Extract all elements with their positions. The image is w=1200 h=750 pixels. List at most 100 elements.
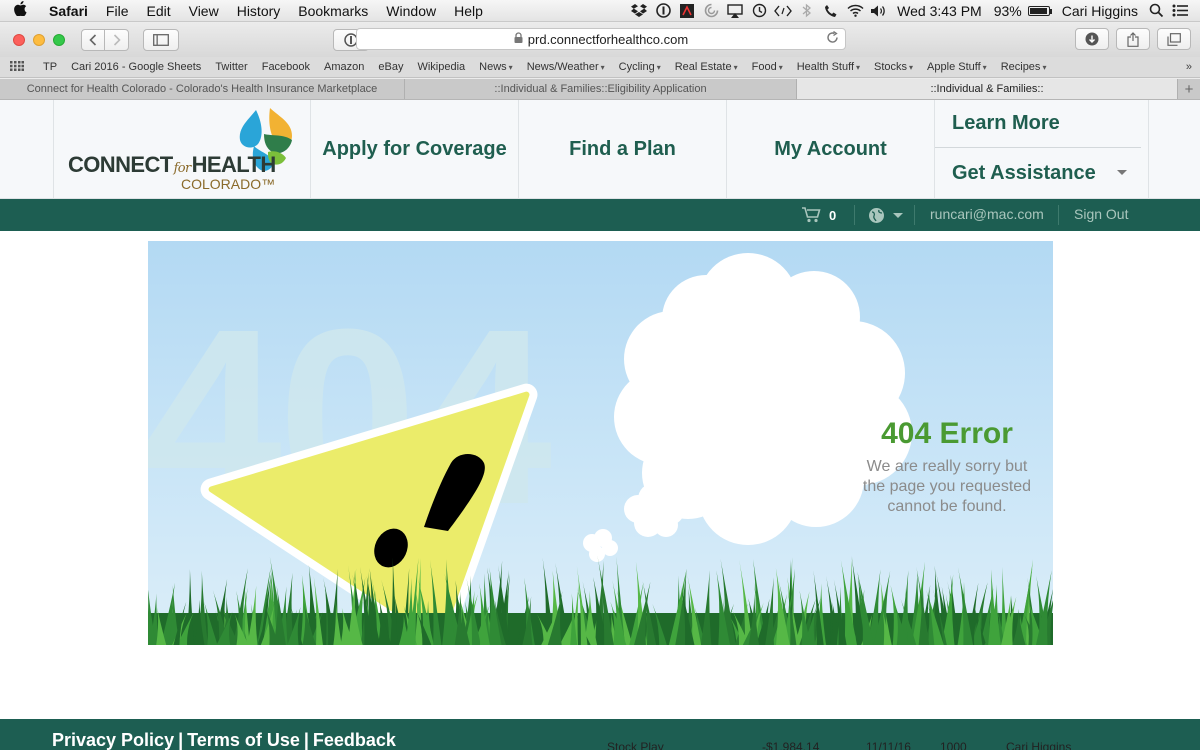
favorite-cari-2016-google-sheets[interactable]: Cari 2016 - Google Sheets <box>64 61 208 73</box>
language-selector[interactable] <box>868 207 903 224</box>
favorite-food[interactable]: Food ▾ <box>745 61 790 73</box>
menu-window[interactable]: Window <box>377 3 445 19</box>
favorite-cycling[interactable]: Cycling ▾ <box>612 61 668 73</box>
apple-menu-icon[interactable] <box>0 1 40 20</box>
favorites-bar: TP Cari 2016 - Google Sheets Twitter Facebo… <box>0 57 1200 78</box>
background-window-text: Cari Higgins <box>1006 740 1072 750</box>
favorite-label: Health Stuff <box>796 61 854 73</box>
script-editor-icon[interactable] <box>771 2 795 20</box>
lock-icon <box>514 32 523 46</box>
terms-of-use-link[interactable]: Terms of Use <box>187 730 300 750</box>
volume-icon[interactable] <box>867 2 891 20</box>
nav-find-a-plan[interactable]: Find a Plan <box>519 100 727 199</box>
favorite-news-weather[interactable]: News/Weather ▾ <box>520 61 612 73</box>
divider <box>1058 205 1059 225</box>
wifi-icon[interactable] <box>843 2 867 20</box>
nav-learn-more[interactable]: Learn More <box>935 100 1141 148</box>
new-tab-plus-icon[interactable]: + <box>1178 79 1200 99</box>
forward-button[interactable] <box>105 29 129 51</box>
error-description: We are really sorry but the page you req… <box>862 458 1032 515</box>
sidebar-button[interactable] <box>143 29 179 51</box>
address-bar[interactable]: prd.connectforhealthco.com <box>356 28 846 50</box>
site-logo[interactable]: CONNECTforHEALTH COLORADO™ <box>53 100 311 199</box>
tab-individual-families[interactable]: ::Individual & Families:: <box>797 79 1178 99</box>
favorite-recipes[interactable]: Recipes ▾ <box>994 61 1054 73</box>
nav-apply-for-coverage[interactable]: Apply for Coverage <box>311 100 519 199</box>
nav-my-account[interactable]: My Account <box>727 100 935 199</box>
show-all-tabs-button[interactable] <box>1157 28 1191 50</box>
share-button[interactable] <box>1116 28 1150 50</box>
chevron-down-icon: ▾ <box>508 63 513 72</box>
chevron-down-icon: ▾ <box>982 63 987 72</box>
favorite-twitter[interactable]: Twitter <box>208 61 254 73</box>
side-nav: Learn More Get Assistance <box>935 100 1149 199</box>
favorite-ebay[interactable]: eBay <box>371 61 410 73</box>
menu-bookmarks[interactable]: Bookmarks <box>289 3 377 19</box>
tab-bar: Connect for Health Colorado - Colorado's… <box>0 79 1200 100</box>
spotlight-search-icon[interactable] <box>1144 2 1168 20</box>
divider: | <box>303 730 309 750</box>
background-window-text: Stock Play <box>607 740 664 750</box>
top-sites-grid-icon[interactable] <box>10 60 36 74</box>
favorite-label: News <box>479 61 507 73</box>
privacy-policy-link[interactable]: Privacy Policy <box>52 730 174 750</box>
favorite-label: Facebook <box>261 61 311 73</box>
notification-center-icon[interactable] <box>1168 2 1192 20</box>
favorite-news[interactable]: News ▾ <box>472 61 520 73</box>
bluetooth-icon[interactable] <box>795 2 819 20</box>
favorite-stocks[interactable]: Stocks ▾ <box>867 61 920 73</box>
chevron-right-icon <box>113 34 121 46</box>
back-button[interactable] <box>81 29 105 51</box>
url-text: prd.connectforhealthco.com <box>527 31 689 47</box>
more-favorites-chevron-icon[interactable]: » <box>1186 61 1200 73</box>
window-controls <box>13 34 65 46</box>
sync-icon[interactable] <box>699 2 723 20</box>
tab-eligibility-application[interactable]: ::Individual & Families::Eligibility App… <box>405 79 797 99</box>
dropbox-icon[interactable] <box>627 2 651 20</box>
clock[interactable]: Wed 3:43 PM <box>891 3 988 19</box>
feedback-link[interactable]: Feedback <box>313 730 396 750</box>
menu-edit[interactable]: Edit <box>137 3 179 19</box>
favorite-real-estate[interactable]: Real Estate ▾ <box>668 61 745 73</box>
favorites-list: TP Cari 2016 - Google Sheets Twitter Facebo… <box>36 61 1053 73</box>
password-manager-icon[interactable] <box>651 2 675 20</box>
menu-history[interactable]: History <box>228 3 290 19</box>
favorite-tp[interactable]: TP <box>36 61 64 73</box>
favorite-wikipedia[interactable]: Wikipedia <box>410 61 472 73</box>
chevron-down-icon: ▾ <box>656 63 661 72</box>
reload-icon[interactable] <box>826 30 839 47</box>
favorite-label: Apple Stuff <box>927 61 981 73</box>
downloads-button[interactable] <box>1075 28 1109 50</box>
battery-icon[interactable] <box>1027 5 1052 16</box>
favorite-facebook[interactable]: Facebook <box>255 61 317 73</box>
time-machine-icon[interactable] <box>747 2 771 20</box>
menu-help[interactable]: Help <box>445 3 492 19</box>
sign-out-link[interactable]: Sign Out <box>1074 206 1128 222</box>
zoom-window-button[interactable] <box>53 34 65 46</box>
favorite-amazon[interactable]: Amazon <box>317 61 371 73</box>
favorite-label: Cycling <box>618 61 655 73</box>
globe-icon <box>869 208 884 223</box>
tiny-cloud-icon <box>583 529 618 562</box>
user-name[interactable]: Cari Higgins <box>1056 3 1144 19</box>
menu-app-safari[interactable]: Safari <box>40 3 97 19</box>
minimize-window-button[interactable] <box>33 34 45 46</box>
background-window-text: -$1,984.14 <box>762 740 820 750</box>
airplay-icon[interactable] <box>723 2 747 20</box>
favorite-health-stuff[interactable]: Health Stuff ▾ <box>790 61 867 73</box>
close-window-button[interactable] <box>13 34 25 46</box>
adobe-icon[interactable] <box>675 2 699 20</box>
menu-file[interactable]: File <box>97 3 138 19</box>
favorite-apple-stuff[interactable]: Apple Stuff ▾ <box>920 61 994 73</box>
grass-decoration <box>148 555 1053 645</box>
favorite-label: Stocks <box>874 61 908 73</box>
menu-bar: Safari File Edit View History Bookmarks … <box>0 0 1200 22</box>
phone-icon[interactable] <box>819 2 843 20</box>
user-email[interactable]: runcari@mac.com <box>930 206 1044 222</box>
nav-get-assistance[interactable]: Get Assistance <box>935 149 1141 197</box>
menu-view[interactable]: View <box>180 3 228 19</box>
tab-connect-for-health[interactable]: Connect for Health Colorado - Colorado's… <box>0 79 405 99</box>
footer-links: Privacy Policy | Terms of Use | Feedback <box>52 730 396 750</box>
cart-button[interactable]: 0 <box>802 207 836 223</box>
chevron-down-icon: ▾ <box>600 63 605 72</box>
